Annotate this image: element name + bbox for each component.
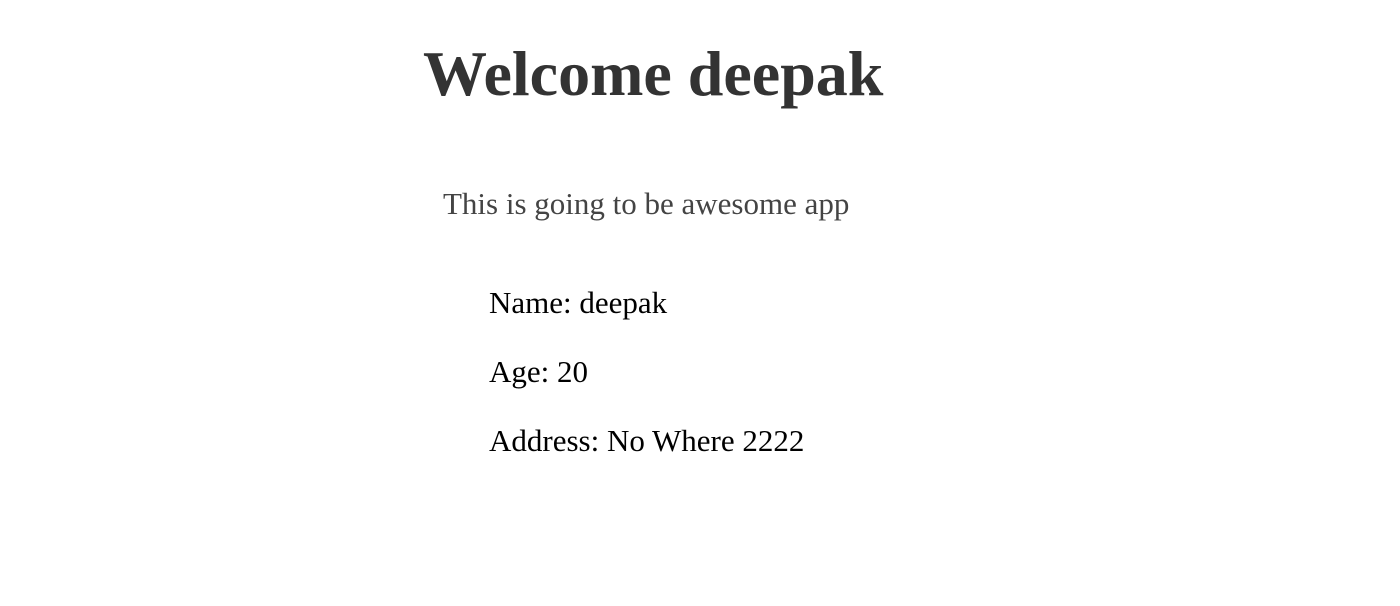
user-name: Name: deepak bbox=[489, 285, 668, 320]
user-details: Name: deepak Age: 20 Address: No Where 2… bbox=[489, 283, 804, 490]
user-address: Address: No Where 2222 bbox=[489, 423, 805, 458]
page-title: Welcome deepak bbox=[423, 38, 884, 109]
page: Welcome deepak This is going to be aweso… bbox=[0, 0, 1400, 606]
user-age: Age: 20 bbox=[489, 354, 589, 389]
tagline: This is going to be awesome app bbox=[443, 186, 850, 221]
